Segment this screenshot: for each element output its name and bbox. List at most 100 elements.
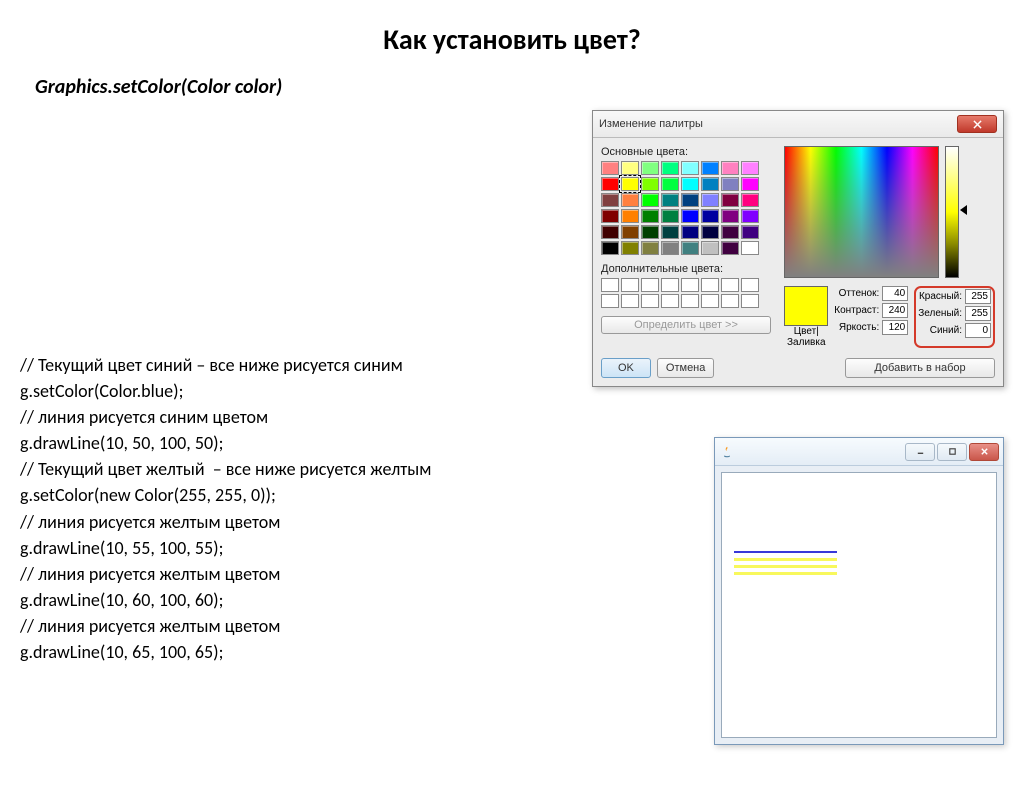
swatch[interactable]	[701, 241, 719, 255]
swatch[interactable]	[621, 161, 639, 175]
swatch[interactable]	[741, 193, 759, 207]
method-signature: Graphics.setColor(Color color)	[35, 75, 1024, 99]
swatch[interactable]	[681, 177, 699, 191]
code-line: // Текущий цвет синий – все ниже рисуетс…	[20, 352, 431, 378]
output-window	[714, 437, 1004, 745]
minimize-button[interactable]	[905, 443, 935, 461]
custom-colors-label: Дополнительные цвета:	[601, 263, 778, 275]
swatch[interactable]	[721, 177, 739, 191]
code-block: // Текущий цвет синий – все ниже рисуетс…	[20, 352, 431, 665]
g-input[interactable]	[965, 306, 991, 321]
swatch[interactable]	[701, 177, 719, 191]
swatch[interactable]	[661, 161, 679, 175]
swatch[interactable]	[661, 225, 679, 239]
drawn-line-blue	[734, 551, 837, 553]
code-line: // линия рисуется желтым цветом	[20, 509, 431, 535]
r-input[interactable]	[965, 289, 991, 304]
close-button[interactable]	[957, 115, 997, 133]
swatch[interactable]	[661, 241, 679, 255]
swatch[interactable]	[721, 225, 739, 239]
swatch[interactable]	[601, 177, 619, 191]
dialog-titlebar: Изменение палитры	[593, 111, 1003, 138]
swatch[interactable]	[641, 161, 659, 175]
lum-input[interactable]	[882, 320, 908, 335]
swatch[interactable]	[641, 241, 659, 255]
close-button[interactable]	[969, 443, 999, 461]
sat-label: Контраст:	[834, 305, 879, 316]
cancel-button[interactable]: Отмена	[657, 358, 714, 378]
code-line: // линия рисуется желтым цветом	[20, 561, 431, 587]
basic-swatches[interactable]	[601, 161, 778, 255]
swatch[interactable]	[721, 161, 739, 175]
swatch[interactable]	[601, 193, 619, 207]
color-dialog: Изменение палитры Основные цвета: Дополн…	[592, 110, 1004, 387]
r-label: Красный:	[919, 291, 962, 302]
swatch[interactable]	[601, 225, 619, 239]
swatch[interactable]	[701, 161, 719, 175]
swatch[interactable]	[661, 177, 679, 191]
output-canvas	[721, 472, 997, 738]
swatch[interactable]	[621, 177, 639, 191]
b-label: Синий:	[930, 325, 962, 336]
b-input[interactable]	[965, 323, 991, 338]
sat-input[interactable]	[882, 303, 908, 318]
dialog-title: Изменение палитры	[599, 118, 703, 130]
color-gradient[interactable]	[784, 146, 939, 278]
swatch[interactable]	[641, 177, 659, 191]
rgb-highlight: Красный: Зеленый: Синий:	[914, 286, 995, 348]
swatch[interactable]	[621, 193, 639, 207]
swatch[interactable]	[621, 225, 639, 239]
swatch[interactable]	[721, 209, 739, 223]
drawn-line-yellow	[734, 565, 837, 568]
swatch[interactable]	[741, 241, 759, 255]
lum-label: Яркость:	[839, 322, 879, 333]
swatch[interactable]	[621, 241, 639, 255]
define-color-button[interactable]: Определить цвет >>	[601, 316, 771, 334]
swatch[interactable]	[741, 161, 759, 175]
swatch[interactable]	[741, 225, 759, 239]
swatch[interactable]	[741, 177, 759, 191]
output-titlebar	[715, 438, 1003, 466]
swatch[interactable]	[701, 225, 719, 239]
maximize-button[interactable]	[937, 443, 967, 461]
swatch[interactable]	[601, 209, 619, 223]
drawn-line-yellow	[734, 572, 837, 575]
hue-label: Оттенок:	[839, 288, 880, 299]
custom-swatches[interactable]	[601, 278, 778, 308]
swatch[interactable]	[681, 193, 699, 207]
swatch[interactable]	[721, 193, 739, 207]
ok-button[interactable]: OK	[601, 358, 651, 378]
swatch[interactable]	[601, 161, 619, 175]
color-preview	[784, 286, 828, 326]
basic-colors-label: Основные цвета:	[601, 146, 778, 158]
swatch[interactable]	[641, 209, 659, 223]
swatch[interactable]	[681, 209, 699, 223]
luminance-bar[interactable]	[945, 146, 959, 278]
swatch[interactable]	[701, 193, 719, 207]
code-line: g.drawLine(10, 55, 100, 55);	[20, 535, 431, 561]
hue-input[interactable]	[882, 286, 908, 301]
swatch[interactable]	[721, 241, 739, 255]
swatch[interactable]	[741, 209, 759, 223]
luminance-pointer-icon	[960, 205, 967, 215]
add-to-set-button[interactable]: Добавить в набор	[845, 358, 995, 378]
java-icon	[719, 444, 735, 460]
page-title: Как установить цвет?	[0, 22, 1024, 57]
code-line: // линия рисуется синим цветом	[20, 404, 431, 430]
code-line: // линия рисуется желтым цветом	[20, 613, 431, 639]
drawn-line-yellow	[734, 558, 837, 561]
swatch[interactable]	[701, 209, 719, 223]
swatch[interactable]	[681, 225, 699, 239]
code-line: g.drawLine(10, 65, 100, 65);	[20, 639, 431, 665]
preview-label: Цвет|Заливка	[784, 326, 828, 348]
swatch[interactable]	[661, 209, 679, 223]
g-label: Зеленый:	[918, 308, 962, 319]
swatch[interactable]	[601, 241, 619, 255]
swatch[interactable]	[681, 161, 699, 175]
code-line: g.setColor(Color.blue);	[20, 378, 431, 404]
swatch[interactable]	[681, 241, 699, 255]
swatch[interactable]	[641, 193, 659, 207]
swatch[interactable]	[641, 225, 659, 239]
swatch[interactable]	[621, 209, 639, 223]
swatch[interactable]	[661, 193, 679, 207]
